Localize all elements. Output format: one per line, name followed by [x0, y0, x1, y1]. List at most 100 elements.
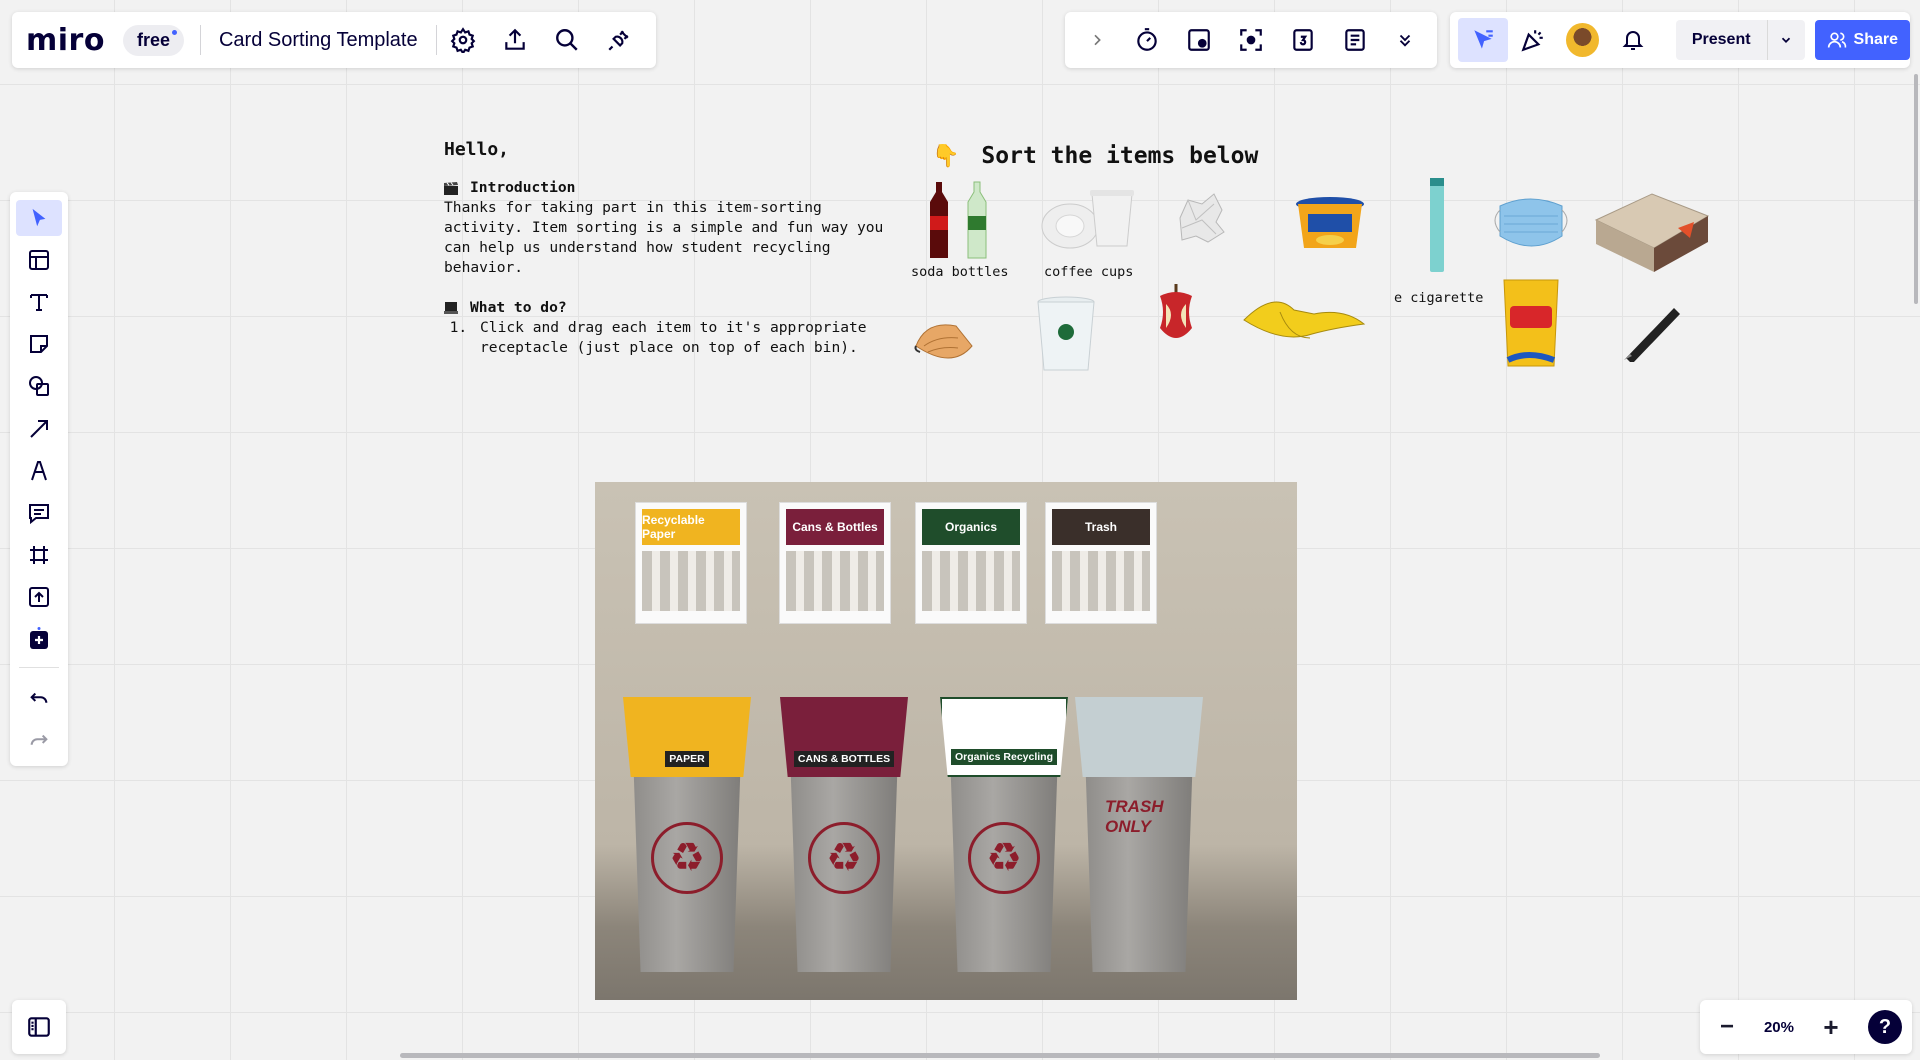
sign-trash: Trash: [1045, 502, 1157, 624]
apple-core-image: [1160, 284, 1192, 338]
sign-picture: [1052, 551, 1150, 611]
introduction-heading-label: Introduction: [470, 179, 576, 196]
templates-tool-icon[interactable]: [16, 242, 62, 278]
horizontal-scrollbar[interactable]: [400, 1053, 1600, 1058]
chevron-right-icon[interactable]: [1077, 20, 1117, 60]
shapes-tool-icon[interactable]: [16, 368, 62, 404]
toolbar-divider: [19, 667, 59, 668]
search-icon[interactable]: [541, 18, 593, 62]
coffee-cups-item[interactable]: [1040, 188, 1136, 252]
pizza-box-item[interactable]: [1592, 190, 1712, 274]
present-button-group: Present: [1675, 20, 1805, 60]
crumpled-paper-image: [1179, 193, 1225, 243]
integrations-icon[interactable]: [593, 18, 645, 62]
miro-logo[interactable]: miro: [26, 23, 105, 58]
sign-title: Recyclable Paper: [642, 509, 740, 545]
e-cigarette-image: [1430, 178, 1444, 272]
present-button[interactable]: Present: [1676, 31, 1767, 49]
help-button[interactable]: ?: [1867, 1010, 1902, 1044]
sign-organics: Organics: [915, 502, 1027, 624]
plan-badge[interactable]: free: [122, 24, 184, 56]
chevron-down-icon[interactable]: [1766, 20, 1805, 60]
focus-icon[interactable]: [1229, 18, 1273, 62]
todo-item: Click and drag each item to it's appropr…: [476, 318, 904, 358]
trash-bin[interactable]: TRASH ONLY: [1075, 697, 1203, 972]
organics-bin[interactable]: Organics Recycling ♻: [940, 697, 1068, 972]
face-mask-item[interactable]: [1490, 192, 1572, 258]
more-tools-icon[interactable]: [1385, 20, 1425, 60]
recycling-bins-photo[interactable]: Recyclable Paper Cans & Bottles Organics…: [595, 482, 1297, 1000]
user-avatar[interactable]: [1566, 23, 1600, 57]
bin-lid: Organics Recycling: [940, 697, 1068, 777]
bin-lid: PAPER: [623, 697, 751, 777]
board-tools-bar: [1065, 12, 1437, 68]
greeting-text: Hello,: [444, 139, 510, 160]
notifications-icon[interactable]: [1608, 18, 1658, 62]
side-panel-toggle-icon[interactable]: [12, 1000, 66, 1054]
vertical-scrollbar[interactable]: [1914, 74, 1918, 304]
comment-tool-icon[interactable]: [16, 495, 62, 531]
pen-item[interactable]: [1620, 300, 1686, 362]
bin-label: PAPER: [665, 751, 709, 767]
zoom-in-button[interactable]: +: [1814, 1010, 1848, 1044]
todo-list: Click and drag each item to it's appropr…: [456, 318, 904, 358]
follow-cursor-icon[interactable]: [1458, 18, 1508, 62]
undo-icon[interactable]: [16, 682, 62, 718]
export-icon[interactable]: [489, 18, 541, 62]
zoom-controls: − 20% + ?: [1700, 1000, 1912, 1054]
board-title[interactable]: Card Sorting Template: [201, 29, 436, 52]
plastic-cup-item[interactable]: [1036, 296, 1096, 374]
share-button[interactable]: Share: [1814, 20, 1911, 60]
sign-title: Cans & Bottles: [786, 509, 884, 545]
crumpled-paper-item[interactable]: [1170, 188, 1232, 250]
notes-icon[interactable]: [1333, 18, 1377, 62]
recycle-icon: ♻: [651, 822, 723, 894]
plan-label: free: [136, 29, 170, 50]
text-tool-icon[interactable]: [16, 284, 62, 320]
pencil-shavings-item[interactable]: [912, 316, 980, 368]
e-cigarette-item[interactable]: [1428, 176, 1448, 274]
soda-bottles-label: soda bottles: [911, 264, 1009, 280]
banana-peel-image: [1243, 301, 1366, 339]
zoom-out-button[interactable]: −: [1710, 1010, 1744, 1044]
timer-icon[interactable]: [1125, 18, 1169, 62]
apple-core-item[interactable]: [1148, 282, 1204, 352]
settings-icon[interactable]: [437, 18, 489, 62]
introduction-heading: Introduction: [444, 178, 904, 198]
zoom-level[interactable]: 20%: [1764, 1019, 1794, 1036]
chip-bag-image: [1503, 279, 1559, 367]
select-tool-icon[interactable]: [16, 200, 62, 237]
banana-peel-item[interactable]: [1240, 290, 1368, 350]
bin-body: [1085, 752, 1193, 972]
sticky-board-icon[interactable]: [1177, 18, 1221, 62]
calendar-icon[interactable]: [1281, 18, 1325, 62]
soda-bottles-item[interactable]: [922, 180, 994, 262]
e-cigarette-label: e cigarette: [1394, 290, 1484, 306]
pen-tool-icon[interactable]: [16, 453, 62, 489]
redo-icon[interactable]: [16, 724, 62, 760]
cans-bottles-bin[interactable]: CANS & BOTTLES ♻: [780, 697, 908, 972]
sign-title: Trash: [1052, 509, 1150, 545]
frame-tool-icon[interactable]: [16, 537, 62, 573]
plastic-cup-image: [1037, 296, 1095, 371]
add-more-tools-icon[interactable]: [16, 621, 62, 657]
chip-bag-item[interactable]: [1498, 276, 1564, 370]
bin-lid: CANS & BOTTLES: [780, 697, 908, 777]
board-header: miro free Card Sorting Template: [12, 12, 656, 68]
creation-toolbar: [10, 192, 68, 766]
sort-heading[interactable]: 👇 Sort the items below: [932, 143, 1258, 169]
mac-and-cheese-cup-item[interactable]: [1294, 196, 1366, 252]
upload-tool-icon[interactable]: [16, 579, 62, 615]
instructions-text-block[interactable]: Hello, Introduction Thanks for taking pa…: [444, 140, 904, 358]
laptop-icon: [444, 302, 458, 314]
sign-cans-bottles: Cans & Bottles: [779, 502, 891, 624]
sticky-note-tool-icon[interactable]: [16, 326, 62, 362]
recycle-icon: ♻: [808, 822, 880, 894]
sort-heading-label: Sort the items below: [981, 143, 1259, 169]
paper-bin[interactable]: PAPER ♻: [623, 697, 751, 972]
sign-picture: [922, 551, 1020, 611]
arrow-tool-icon[interactable]: [16, 410, 62, 446]
celebrate-icon[interactable]: [1508, 18, 1558, 62]
pen-image: [1624, 308, 1680, 362]
coffee-cups-label: coffee cups: [1044, 264, 1134, 280]
